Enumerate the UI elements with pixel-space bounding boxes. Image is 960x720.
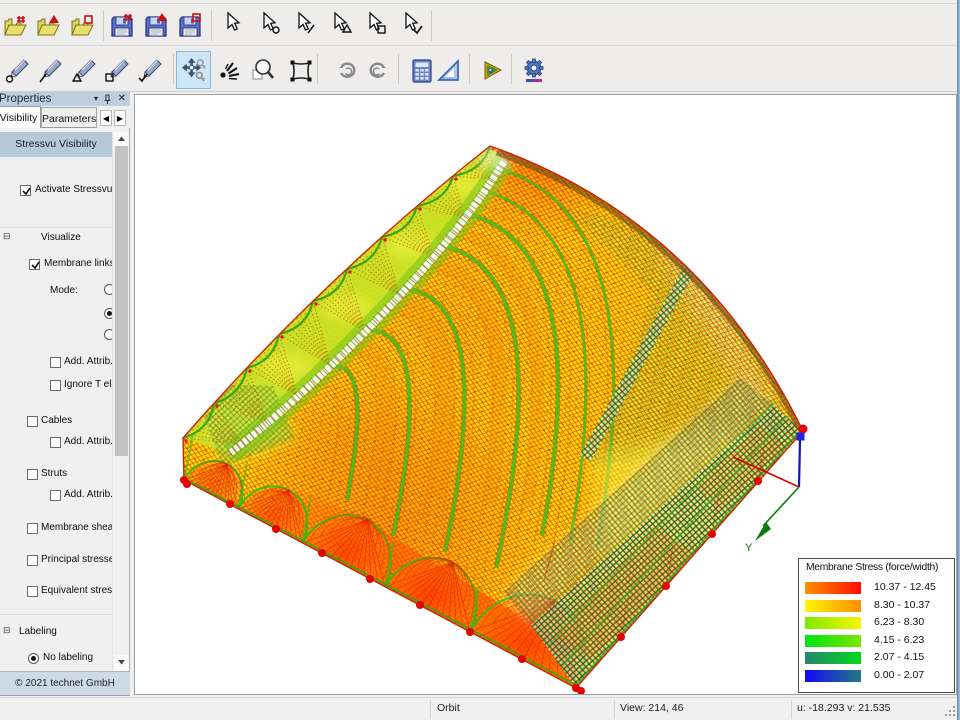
svg-text:Y: Y — [745, 542, 753, 554]
